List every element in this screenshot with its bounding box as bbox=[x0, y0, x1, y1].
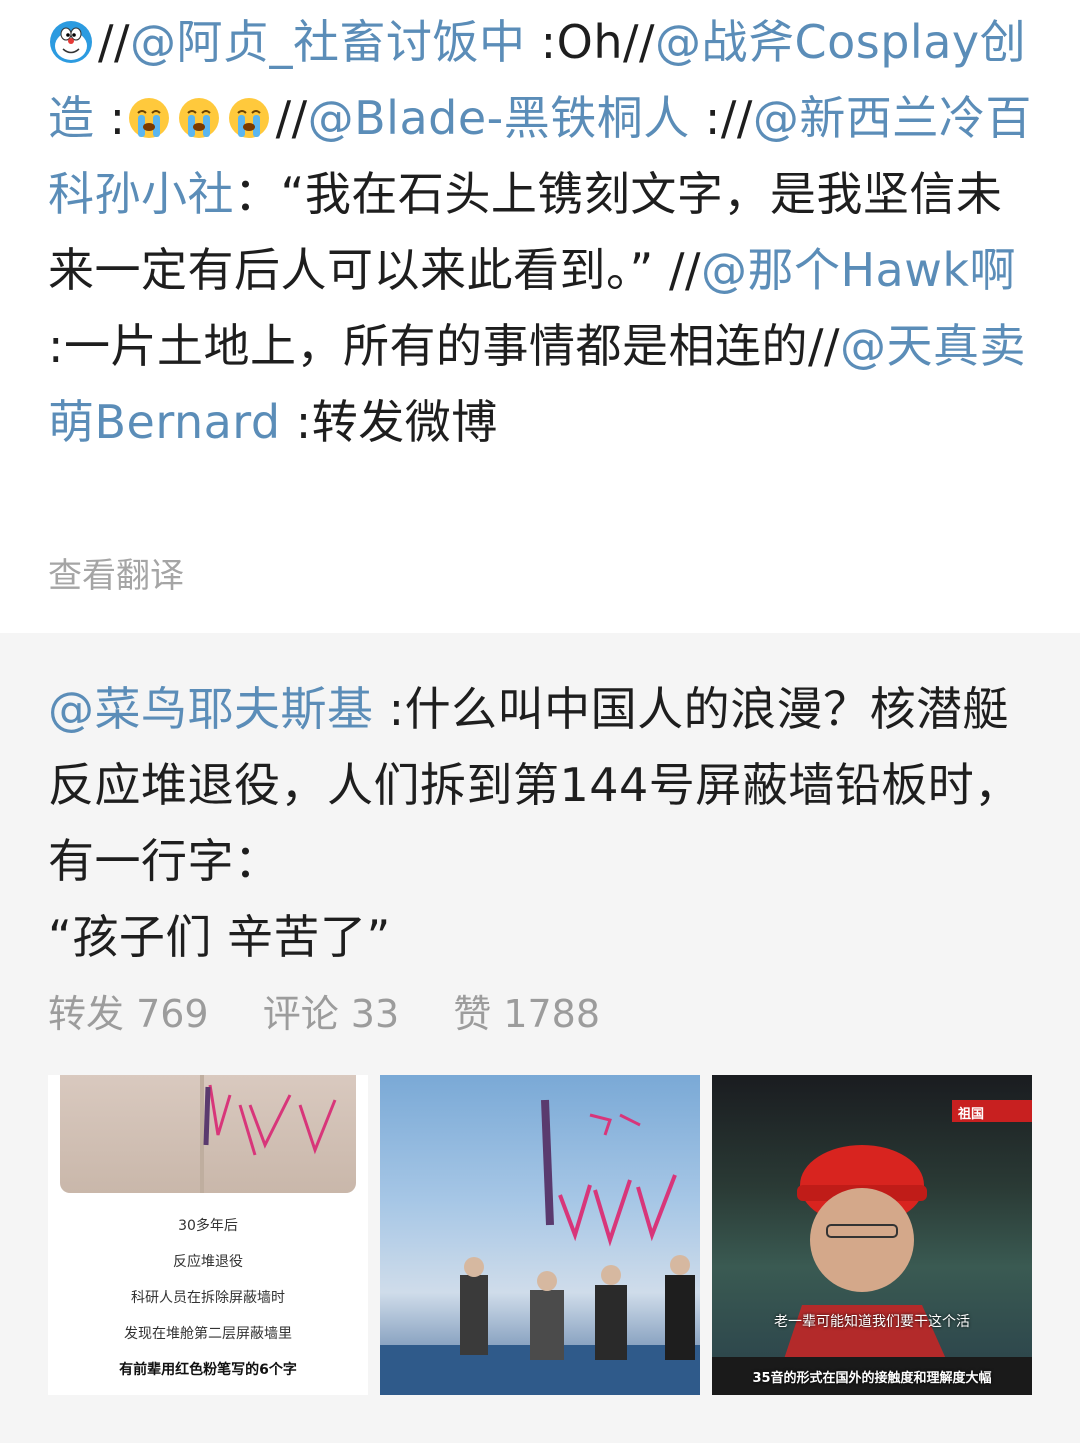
original-post-card[interactable]: @菜鸟耶夫斯基 :什么叫中国人的浪漫？核潜艇反应堆退役，人们拆到第144号屏蔽墙… bbox=[0, 633, 1080, 1443]
stage-scene bbox=[380, 1099, 700, 1395]
interview-scene bbox=[712, 1100, 1032, 1395]
repost-seg-0: // bbox=[98, 15, 130, 69]
image-thumbnail-3[interactable]: 老一辈可能知道我们要干这个活 35音的形式在国外的接触度和理解度大幅 祖国 bbox=[712, 1075, 1032, 1395]
crying-emoji-icon bbox=[228, 98, 269, 138]
repost-seg-13: :转发微博 bbox=[280, 395, 498, 449]
post-stats: 转发 769 评论 33 赞 1788 bbox=[48, 983, 642, 1038]
repost-seg-2: :Oh// bbox=[525, 15, 655, 69]
original-post-text: @菜鸟耶夫斯基 :什么叫中国人的浪漫？核潜艇反应堆退役，人们拆到第144号屏蔽墙… bbox=[48, 671, 1038, 975]
channel-tag: 祖国 bbox=[958, 1107, 985, 1122]
repost-seg-4: : bbox=[94, 91, 126, 145]
repost-seg-7: :// bbox=[689, 91, 753, 145]
repost-seg-5: // bbox=[275, 91, 308, 145]
original-quote: “孩子们 辛苦了” bbox=[48, 910, 391, 964]
like-count-button[interactable]: 赞 1788 bbox=[453, 992, 600, 1036]
repost-text: //@阿贞_社畜讨饭中 :Oh//@战斧Cosplay创造 ://@Blade-… bbox=[48, 4, 1038, 460]
image-thumbnail-1[interactable]: 30多年后 反应堆退役 科研人员在拆除屏蔽墙时 发现在堆舱第二层屏蔽墙里 有前辈… bbox=[48, 1075, 368, 1395]
image-thumbnail-2[interactable] bbox=[380, 1075, 700, 1395]
crying-emoji-icon bbox=[128, 98, 169, 138]
view-translation-link[interactable]: 查看翻译 bbox=[48, 548, 184, 597]
image-grid: 30多年后 反应堆退役 科研人员在拆除屏蔽墙时 发现在堆舱第二层屏蔽墙里 有前辈… bbox=[48, 1075, 1032, 1395]
repost-section: //@阿贞_社畜讨饭中 :Oh//@战斧Cosplay创造 ://@Blade-… bbox=[0, 0, 1080, 633]
mention-link[interactable]: @阿贞_社畜讨饭中 bbox=[130, 15, 526, 69]
caption-line: 反应堆退役 bbox=[173, 1254, 243, 1270]
caption-line: 30多年后 bbox=[178, 1218, 238, 1234]
repost-count-button[interactable]: 转发 769 bbox=[48, 992, 209, 1036]
comment-count-button[interactable]: 评论 33 bbox=[263, 992, 399, 1036]
crying-emoji-icon bbox=[178, 98, 219, 138]
video-ticker: 35音的形式在国外的接触度和理解度大幅 bbox=[752, 1371, 992, 1386]
inscription-photo bbox=[60, 1075, 356, 1193]
caption-line: 有前辈用红色粉笔写的6个字 bbox=[119, 1362, 297, 1378]
caption-line: 科研人员在拆除屏蔽墙时 bbox=[131, 1290, 285, 1306]
caption-line: 发现在堆舱第二层屏蔽墙里 bbox=[124, 1326, 292, 1342]
doraemon-emoji-icon bbox=[50, 21, 92, 63]
repost-seg-11: :一片土地上，所有的事情都是相连的// bbox=[48, 319, 840, 373]
mention-link[interactable]: @那个Hawk啊 bbox=[701, 243, 1016, 297]
mention-link[interactable]: @Blade-黑铁桐人 bbox=[308, 91, 690, 145]
original-author-mention[interactable]: @菜鸟耶夫斯基 bbox=[48, 682, 374, 736]
video-subtitle: 老一辈可能知道我们要干这个活 bbox=[774, 1314, 970, 1330]
